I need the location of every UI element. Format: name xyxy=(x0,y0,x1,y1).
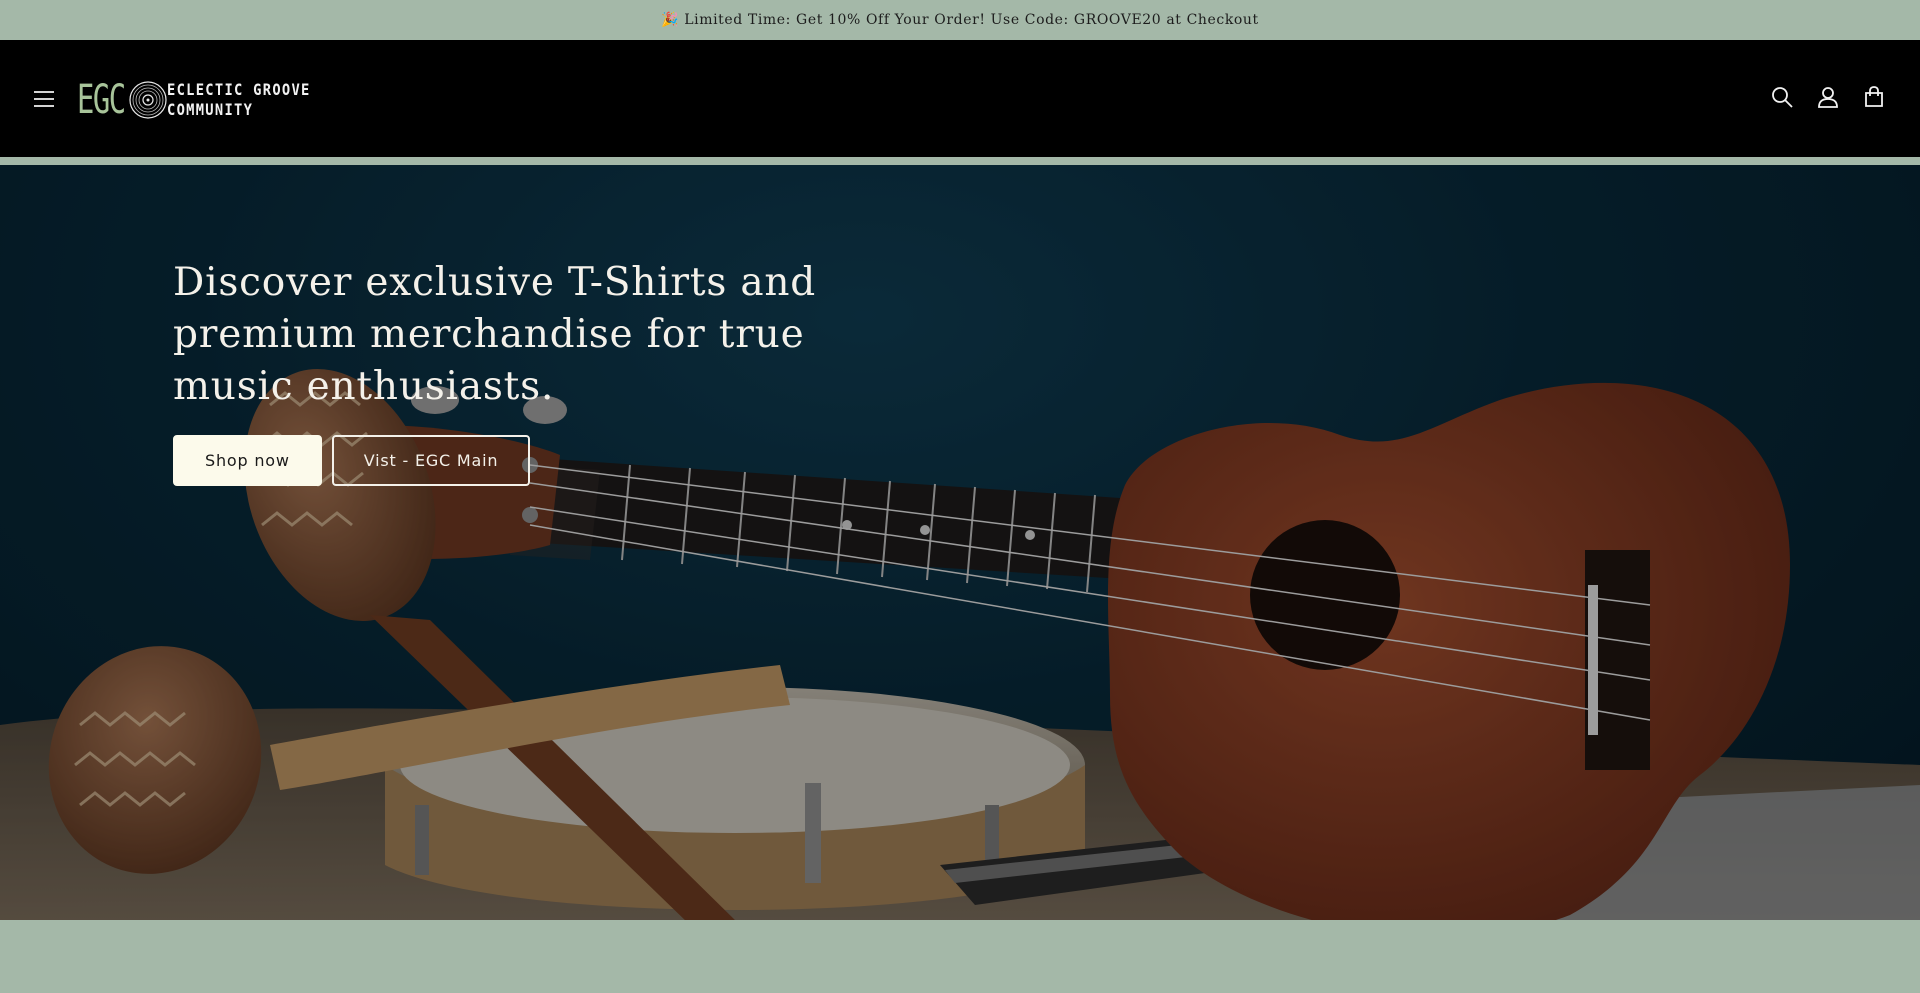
vinyl-record-icon xyxy=(129,81,167,119)
logo-mark: EGC xyxy=(77,77,126,123)
logo-line-2: COMMUNITY xyxy=(167,100,254,119)
menu-icon[interactable] xyxy=(33,88,55,110)
search-icon[interactable] xyxy=(1770,85,1794,109)
announcement-bar: 🎉 Limited Time: Get 10% Off Your Order! … xyxy=(0,0,1920,40)
hero-heading: Discover exclusive T-Shirts and premium … xyxy=(173,260,817,409)
site-header: EGC ECLECTIC GROOVE COMMUNITY xyxy=(0,40,1920,161)
hero-banner: Discover exclusive T-Shirts and premium … xyxy=(0,165,1920,920)
visit-egc-main-button[interactable]: Vist - EGC Main xyxy=(331,435,531,486)
section-divider-band xyxy=(0,920,1920,993)
hero-buttons: Shop now Vist - EGC Main xyxy=(173,435,893,486)
logo-line-1: ECLECTIC GROOVE xyxy=(167,80,311,99)
account-icon[interactable] xyxy=(1816,85,1840,109)
site-logo[interactable]: EGC ECLECTIC GROOVE COMMUNITY xyxy=(77,78,334,122)
shop-now-button[interactable]: Shop now xyxy=(173,435,322,486)
announcement-text: Limited Time: Get 10% Off Your Order! Us… xyxy=(684,12,1259,28)
header-actions xyxy=(1770,85,1886,109)
logo-wordmark: ECLECTIC GROOVE COMMUNITY xyxy=(167,80,311,120)
party-popper-icon: 🎉 xyxy=(661,12,680,28)
hero-content: Discover exclusive T-Shirts and premium … xyxy=(173,257,893,486)
cart-icon[interactable] xyxy=(1862,85,1886,109)
